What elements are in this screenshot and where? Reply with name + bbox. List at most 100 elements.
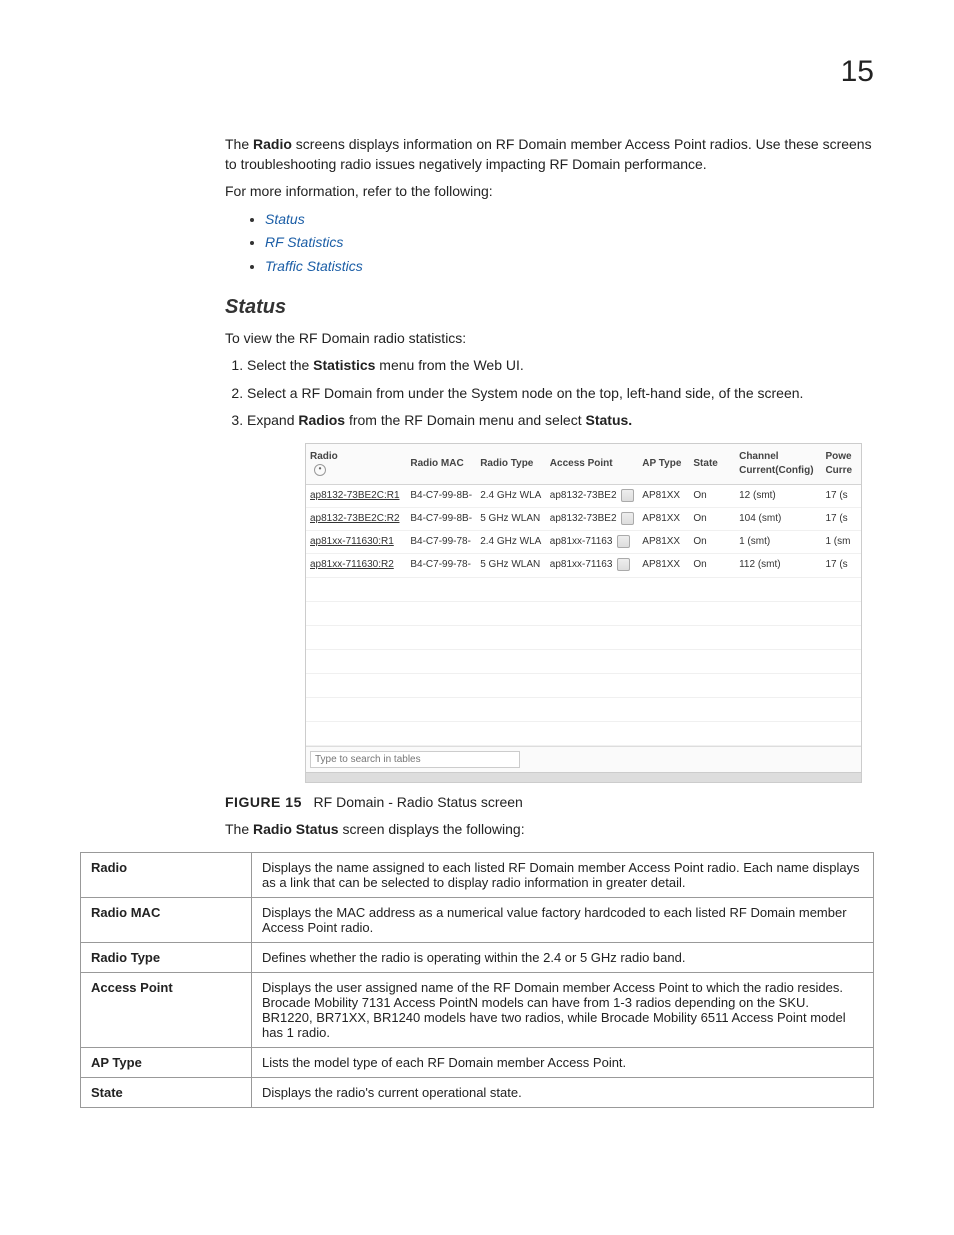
step-bold: Statistics — [313, 357, 375, 373]
col-ap-type[interactable]: AP Type — [638, 444, 689, 485]
step-2: Select a RF Domain from under the System… — [247, 384, 874, 404]
step-text: Expand — [247, 412, 298, 428]
page-number: 15 — [841, 55, 874, 89]
af-c: screen displays the following: — [339, 821, 525, 837]
col-radio-mac[interactable]: Radio MAC — [406, 444, 476, 485]
ap-icon — [621, 489, 634, 502]
figure-title: RF Domain - Radio Status screen — [314, 794, 523, 810]
cell-aptype: AP81XX — [638, 531, 689, 554]
cell-type: 5 GHz WLAN — [476, 508, 546, 531]
cell-ap[interactable]: ap81xx-71163 — [546, 531, 639, 554]
cell-type: 2.4 GHz WLA — [476, 484, 546, 507]
def-desc: Displays the MAC address as a numerical … — [252, 897, 874, 942]
cell-mac: B4-C7-99-8B- — [406, 484, 476, 507]
cell-power: 17 (s — [821, 554, 861, 577]
cell-channel: 1 (smt) — [735, 531, 821, 554]
cell-radio[interactable]: ap8132-73BE2C:R2 — [306, 508, 406, 531]
figure-label: FIGURE 15 — [225, 794, 302, 810]
step-3: Expand Radios from the RF Domain menu an… — [247, 411, 874, 431]
cell-mac: B4-C7-99-78- — [406, 554, 476, 577]
cell-type: 5 GHz WLAN — [476, 554, 546, 577]
body-content: The Radio screens displays information o… — [225, 135, 874, 840]
figure-caption: FIGURE 15 RF Domain - Radio Status scree… — [225, 793, 874, 813]
definition-row: StateDisplays the radio's current operat… — [81, 1077, 874, 1107]
cell-channel: 104 (smt) — [735, 508, 821, 531]
col-power[interactable]: Powe Curre — [821, 444, 861, 485]
definition-row: Radio TypeDefines whether the radio is o… — [81, 942, 874, 972]
link-item: RF Statistics — [265, 233, 874, 253]
col-access-point[interactable]: Access Point — [546, 444, 639, 485]
sort-icon[interactable]: • — [314, 464, 326, 476]
table-row-blank — [306, 625, 861, 649]
table-row: ap8132-73BE2C:R2B4-C7-99-8B-5 GHz WLANap… — [306, 508, 861, 531]
screenshot-table: Radio • Radio MAC Radio Type Access Point… — [305, 443, 862, 783]
link-rf-statistics[interactable]: RF Statistics — [265, 234, 343, 250]
link-item: Status — [265, 210, 874, 230]
horizontal-scrollbar[interactable] — [306, 772, 861, 782]
cell-radio[interactable]: ap81xx-711630:R2 — [306, 554, 406, 577]
cell-power: 1 (sm — [821, 531, 861, 554]
def-desc: Lists the model type of each RF Domain m… — [252, 1047, 874, 1077]
col-radio-type[interactable]: Radio Type — [476, 444, 546, 485]
search-input[interactable] — [310, 751, 520, 768]
cell-aptype: AP81XX — [638, 508, 689, 531]
cell-channel: 12 (smt) — [735, 484, 821, 507]
table-row-blank — [306, 673, 861, 697]
def-desc: Displays the radio's current operational… — [252, 1077, 874, 1107]
link-traffic-statistics[interactable]: Traffic Statistics — [265, 258, 363, 274]
cell-power: 17 (s — [821, 484, 861, 507]
cell-ap[interactable]: ap8132-73BE2 — [546, 508, 639, 531]
definitions-wrap: RadioDisplays the name assigned to each … — [80, 852, 874, 1108]
step-bold: Radios — [298, 412, 345, 428]
status-intro: To view the RF Domain radio statistics: — [225, 329, 874, 349]
cell-state: On — [689, 531, 735, 554]
intro-radio-bold: Radio — [253, 136, 292, 152]
def-term: Radio Type — [81, 942, 252, 972]
status-heading: Status — [225, 293, 874, 321]
intro-more-info: For more information, refer to the follo… — [225, 182, 874, 202]
link-status[interactable]: Status — [265, 211, 305, 227]
col-radio-label: Radio — [310, 451, 338, 462]
intro-text1: screens displays information on RF Domai… — [225, 136, 872, 172]
cell-mac: B4-C7-99-8B- — [406, 508, 476, 531]
radio-table: Radio • Radio MAC Radio Type Access Point… — [306, 444, 861, 746]
def-desc: Displays the user assigned name of the R… — [252, 972, 874, 1047]
steps-list: Select the Statistics menu from the Web … — [225, 356, 874, 431]
definition-table: RadioDisplays the name assigned to each … — [80, 852, 874, 1108]
table-row-blank — [306, 601, 861, 625]
table-row: ap8132-73BE2C:R1B4-C7-99-8B-2.4 GHz WLAa… — [306, 484, 861, 507]
cell-radio[interactable]: ap81xx-711630:R1 — [306, 531, 406, 554]
cell-state: On — [689, 484, 735, 507]
def-desc: Displays the name assigned to each liste… — [252, 852, 874, 897]
link-item: Traffic Statistics — [265, 257, 874, 277]
def-desc: Defines whether the radio is operating w… — [252, 942, 874, 972]
step-text: menu from the Web UI. — [375, 357, 523, 373]
cell-aptype: AP81XX — [638, 554, 689, 577]
cell-state: On — [689, 508, 735, 531]
col-radio[interactable]: Radio • — [306, 444, 406, 485]
ap-icon — [617, 558, 630, 571]
af-b: Radio Status — [253, 821, 339, 837]
ap-icon — [617, 535, 630, 548]
step-text: Select the — [247, 357, 313, 373]
col-state[interactable]: State — [689, 444, 735, 485]
cell-type: 2.4 GHz WLA — [476, 531, 546, 554]
table-row-blank — [306, 577, 861, 601]
table-row: ap81xx-711630:R1B4-C7-99-78-2.4 GHz WLAa… — [306, 531, 861, 554]
col-channel[interactable]: Channel Current(Config) — [735, 444, 821, 485]
table-row-blank — [306, 649, 861, 673]
cell-ap[interactable]: ap8132-73BE2 — [546, 484, 639, 507]
def-term: State — [81, 1077, 252, 1107]
cell-radio[interactable]: ap8132-73BE2C:R1 — [306, 484, 406, 507]
cell-state: On — [689, 554, 735, 577]
intro-paragraph: The Radio screens displays information o… — [225, 135, 874, 174]
definition-row: Radio MACDisplays the MAC address as a n… — [81, 897, 874, 942]
table-row-blank — [306, 721, 861, 745]
step-text: from the RF Domain menu and select — [345, 412, 585, 428]
def-term: Radio MAC — [81, 897, 252, 942]
step-bold: Status. — [586, 412, 633, 428]
af-a: The — [225, 821, 253, 837]
definition-row: Access PointDisplays the user assigned n… — [81, 972, 874, 1047]
step-1: Select the Statistics menu from the Web … — [247, 356, 874, 376]
cell-ap[interactable]: ap81xx-71163 — [546, 554, 639, 577]
